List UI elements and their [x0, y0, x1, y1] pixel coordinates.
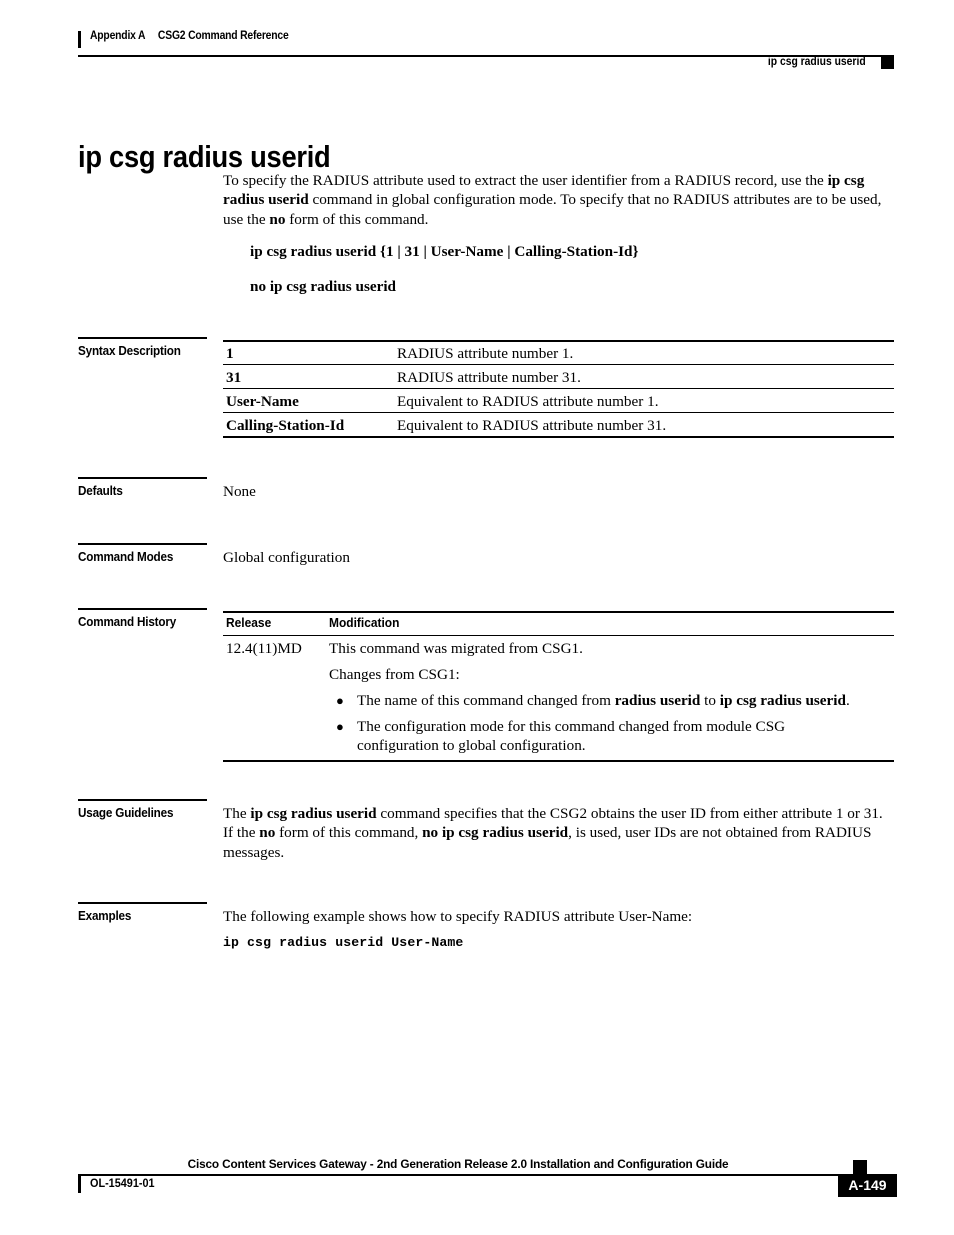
section-label-examples: Examples [78, 908, 132, 923]
intro-part-1: To specify the RADIUS attribute used to … [223, 172, 828, 189]
header-running-command: ip csg radius userid [768, 56, 866, 68]
footer-page-number: A-149 [838, 1174, 897, 1197]
syntax-table-term: 31 [226, 369, 242, 386]
syntax-line-negative: no ip csg radius userid [250, 278, 397, 295]
usage-bold-no: no [259, 824, 276, 842]
defaults-label-rule [78, 477, 207, 479]
history-bullet-text: The name of this command changed from ra… [357, 691, 894, 710]
history-table-rule-header [223, 635, 894, 637]
syntax-table-rule-1 [223, 364, 894, 366]
header-square-marker-icon [881, 56, 894, 69]
usage-mid-2: form of this command, [275, 824, 423, 842]
footer-square-marker-icon [853, 1160, 867, 1174]
history-column-header-modification: Modification [329, 615, 400, 630]
section-label-defaults: Defaults [78, 483, 123, 498]
footer-left-bar-decoration [78, 1176, 81, 1193]
examples-label-rule [78, 902, 207, 904]
usage-pre: The [223, 805, 251, 822]
command-modes-label-rule [78, 543, 207, 545]
header-section-label: CSG2 Command Reference [157, 30, 289, 42]
history-table-rule-bottom [223, 760, 894, 762]
history-modification-line-2: Changes from CSG1: [329, 666, 460, 683]
history-bullet-text: The configuration mode for this command … [357, 718, 786, 755]
header-left-bar-decoration [78, 31, 81, 48]
syntax-table-desc: Equivalent to RADIUS attribute number 31… [397, 417, 667, 434]
history-modification-line-1: This command was migrated from CSG1. [329, 640, 583, 657]
document-page: Appendix A CSG2 Command Reference ip csg … [0, 0, 954, 1235]
usage-bold-no-command: no ip csg radius userid [422, 824, 569, 842]
syntax-table-desc: RADIUS attribute number 31. [397, 369, 581, 386]
syntax-table-term: User-Name [226, 393, 299, 410]
bullet-1-bold-old-command: radius userid [614, 692, 701, 709]
header-breadcrumb: Appendix A CSG2 Command Reference [90, 30, 289, 42]
syntax-table-rule-3 [223, 412, 894, 414]
section-label-syntax-description: Syntax Description [78, 343, 181, 358]
bullet-1-bold-new-command: ip csg radius userid [719, 692, 846, 709]
examples-intro: The following example shows how to speci… [223, 908, 693, 925]
section-label-command-modes: Command Modes [78, 549, 174, 564]
section-label-usage-guidelines: Usage Guidelines [78, 805, 174, 820]
syntax-table-rule-top [223, 340, 894, 342]
footer-document-title: Cisco Content Services Gateway - 2nd Gen… [187, 1157, 729, 1171]
command-modes-value: Global configuration [223, 549, 350, 566]
page-title: ip csg radius userid [78, 138, 331, 174]
section-label-command-history: Command History [78, 614, 177, 629]
footer-rule [78, 1174, 853, 1176]
running-header: Appendix A CSG2 Command Reference ip csg … [78, 30, 894, 69]
history-table-rule-top [223, 611, 894, 613]
history-release-value: 12.4(11)MD [226, 640, 302, 657]
usage-guidelines-label-rule [78, 799, 207, 801]
intro-bold-no: no [269, 210, 286, 228]
footer-document-id: OL-15491-01 [90, 1176, 155, 1190]
command-history-label-rule [78, 608, 207, 610]
bullet-1-mid: to [700, 692, 720, 709]
syntax-table-desc: Equivalent to RADIUS attribute number 1. [397, 393, 659, 410]
syntax-table-term: Calling-Station-Id [226, 417, 345, 434]
intro-paragraph: To specify the RADIUS attribute used to … [223, 171, 894, 229]
syntax-table-rule-2 [223, 388, 894, 390]
example-code-block: ip csg radius userid User-Name [223, 935, 464, 950]
bullet-1-pre: The name of this command changed from [357, 692, 615, 709]
syntax-table-desc: RADIUS attribute number 1. [397, 345, 574, 362]
usage-bold-command: ip csg radius userid [250, 805, 377, 822]
intro-part-3: form of this command. [285, 210, 429, 228]
syntax-table-rule-bottom [223, 436, 894, 438]
syntax-line-positive: ip csg radius userid {1 | 31 | User-Name… [250, 243, 639, 260]
bullet-1-post: . [845, 692, 850, 709]
usage-guidelines-paragraph: The ip csg radius userid command specifi… [223, 804, 894, 862]
defaults-value: None [223, 483, 256, 500]
history-bullet-item: ● The name of this command changed from … [336, 691, 894, 710]
history-column-header-release: Release [226, 615, 272, 630]
header-appendix-label: Appendix A [90, 30, 146, 42]
syntax-table-term: 1 [226, 345, 234, 362]
history-bullet-item: ● The configuration mode for this comman… [336, 717, 826, 756]
bullet-dot-icon: ● [336, 719, 344, 734]
syntax-description-label-rule [78, 337, 207, 339]
bullet-dot-icon: ● [336, 693, 344, 708]
